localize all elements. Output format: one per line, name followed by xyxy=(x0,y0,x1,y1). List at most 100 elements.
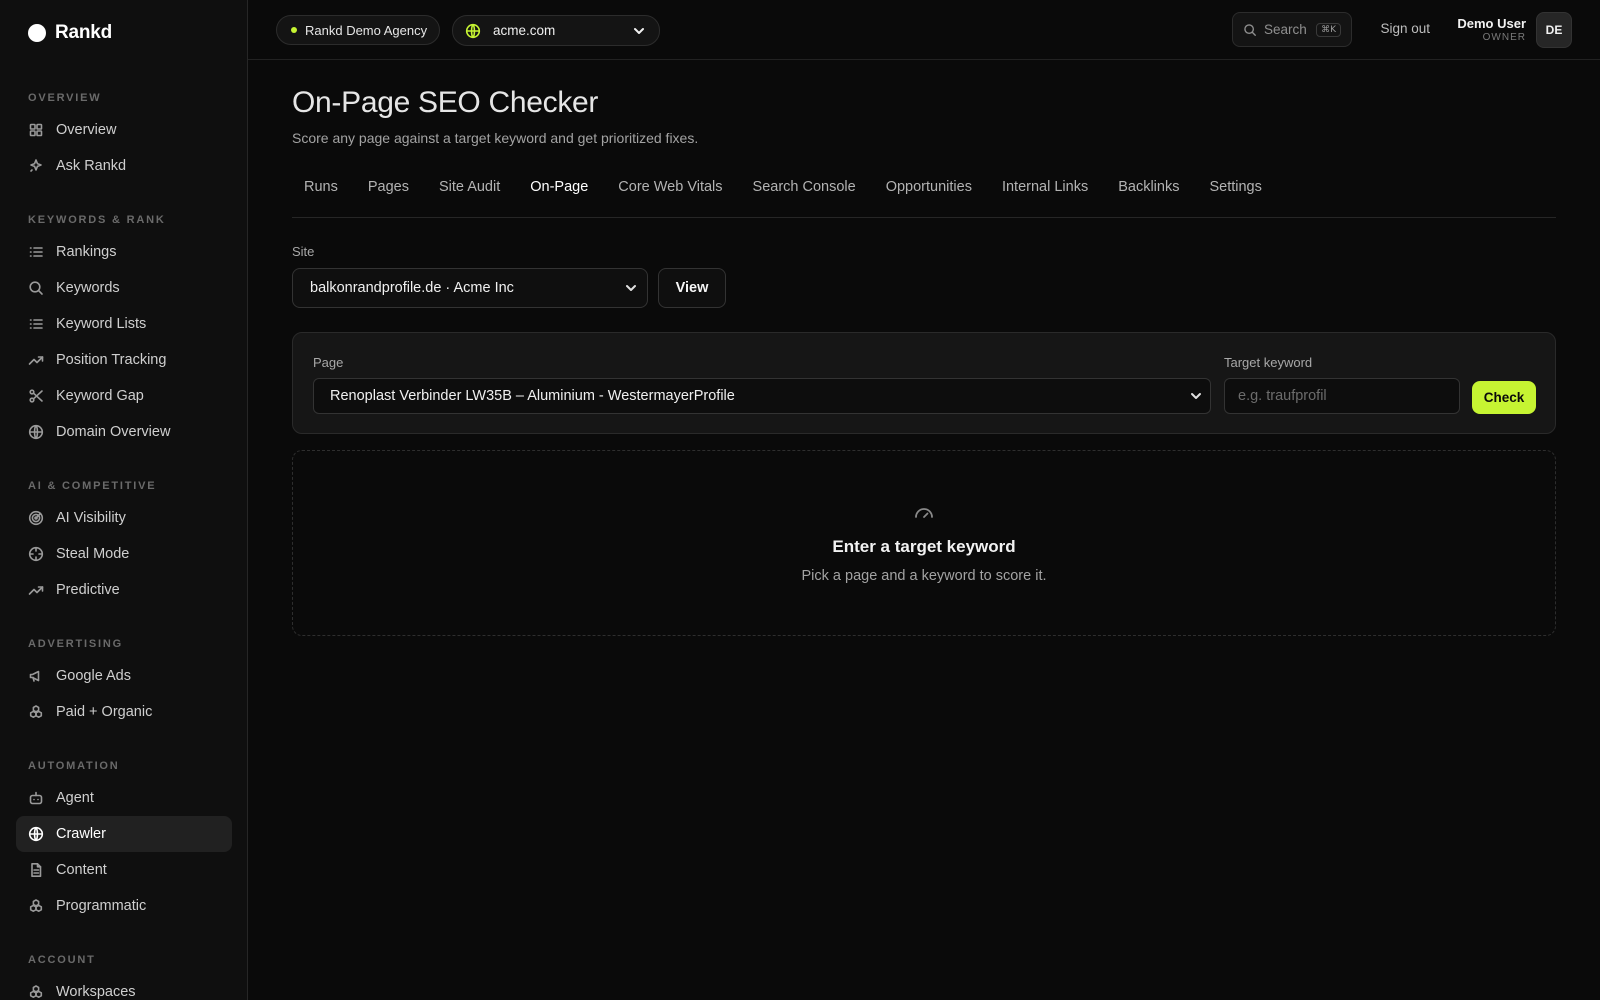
signout-button[interactable]: Sign out xyxy=(1380,21,1430,36)
tab-site-audit[interactable]: Site Audit xyxy=(427,174,512,218)
crosshair-icon xyxy=(28,546,44,562)
tab-opportunities[interactable]: Opportunities xyxy=(874,174,984,218)
empty-state-title: Enter a target keyword xyxy=(832,537,1016,556)
status-dot-icon xyxy=(291,27,297,33)
sidebar-item-keyword-gap[interactable]: Keyword Gap xyxy=(16,378,232,414)
tab-pages[interactable]: Pages xyxy=(356,174,421,218)
chevron-down-icon xyxy=(1191,393,1201,399)
sidebar-item-ask-rankd[interactable]: Ask Rankd xyxy=(16,148,232,184)
view-button[interactable]: View xyxy=(658,268,726,308)
globe-icon xyxy=(28,424,44,440)
sidebar-item-label: Ask Rankd xyxy=(56,158,127,174)
trend-up-icon xyxy=(28,356,44,365)
sidebar-item-label: Keyword Gap xyxy=(56,388,144,404)
sidebar-item-ai-visibility[interactable]: AI Visibility xyxy=(16,500,232,536)
sidebar-item-label: Crawler xyxy=(56,826,106,842)
sidebar-item-label: Predictive xyxy=(56,582,120,598)
user-info: Demo User OWNER xyxy=(1457,16,1526,43)
keyword-input[interactable] xyxy=(1224,378,1460,414)
sidebar-item-label: Keywords xyxy=(56,280,120,296)
sidebar-section-title: ACCOUNT xyxy=(28,954,96,966)
search-shortcut: ⌘K xyxy=(1316,22,1341,37)
sidebar-item-paid-organic[interactable]: Paid + Organic xyxy=(16,694,232,730)
sidebar-section-title: ADVERTISING xyxy=(28,638,123,650)
sidebar-item-keyword-lists[interactable]: Keyword Lists xyxy=(16,306,232,342)
tab-bar: Runs Pages Site Audit On-Page Core Web Vital… xyxy=(292,174,1556,218)
chevron-down-icon xyxy=(626,285,636,291)
topbar: Rankd Demo Agency acme.com Search ⌘K Sig… xyxy=(248,0,1600,60)
sidebar-item-label: Workspaces xyxy=(56,984,136,1000)
sidebar-item-label: Content xyxy=(56,862,107,878)
tab-internal-links[interactable]: Internal Links xyxy=(990,174,1100,218)
boxes-icon xyxy=(29,705,43,718)
domain-value: acme.com xyxy=(493,23,556,38)
sidebar-item-label: Position Tracking xyxy=(56,352,167,368)
search-label: Search xyxy=(1264,22,1307,37)
keyword-field-label: Target keyword xyxy=(1224,355,1313,370)
sparkle-icon xyxy=(30,159,42,172)
sidebar-item-agent[interactable]: Agent xyxy=(16,780,232,816)
brand-logo[interactable]: Rankd xyxy=(28,22,112,44)
document-icon xyxy=(31,863,42,877)
logo-dot-icon xyxy=(28,24,46,42)
site-row: balkonrandprofile.de · Acme Inc View xyxy=(292,268,1556,308)
radar-icon xyxy=(28,510,44,526)
sidebar-item-label: Domain Overview xyxy=(56,424,171,440)
domain-select[interactable]: acme.com xyxy=(452,15,660,46)
check-form: Page Renoplast Verbinder LW35B – Alumini… xyxy=(292,332,1556,434)
sidebar-item-label: Overview xyxy=(56,122,117,138)
sidebar-item-position-tracking[interactable]: Position Tracking xyxy=(16,342,232,378)
sidebar-item-label: Programmatic xyxy=(56,898,147,914)
sidebar-nav: OVERVIEW Overview Ask Rankd KEYWORDS & RANK… xyxy=(16,78,232,1000)
tab-search-console[interactable]: Search Console xyxy=(741,174,868,218)
sidebar-item-overview[interactable]: Overview xyxy=(16,112,232,148)
sidebar-section-title: AUTOMATION xyxy=(28,760,120,772)
sidebar-item-programmatic[interactable]: Programmatic xyxy=(16,888,232,924)
boxes-icon xyxy=(29,899,43,912)
sidebar-item-google-ads[interactable]: Google Ads xyxy=(16,658,232,694)
check-button[interactable]: Check xyxy=(1472,381,1536,414)
trend-up-icon xyxy=(28,586,44,595)
site-select[interactable]: balkonrandprofile.de · Acme Inc xyxy=(292,268,648,308)
sidebar-item-label: Steal Mode xyxy=(56,546,130,562)
avatar[interactable]: DE xyxy=(1536,12,1572,48)
sidebar-item-steal-mode[interactable]: Steal Mode xyxy=(16,536,232,572)
sidebar-item-label: Agent xyxy=(56,790,94,806)
boxes-icon xyxy=(29,985,43,998)
tab-backlinks[interactable]: Backlinks xyxy=(1106,174,1191,218)
sidebar-item-keywords[interactable]: Keywords xyxy=(16,270,232,306)
agency-switcher[interactable]: Rankd Demo Agency xyxy=(276,15,441,45)
brand-name: Rankd xyxy=(55,22,113,43)
sidebar-section-title: AI & COMPETITIVE xyxy=(28,480,157,492)
site-label: Site xyxy=(292,244,315,259)
sidebar-item-content[interactable]: Content xyxy=(16,852,232,888)
tab-core-web-vitals[interactable]: Core Web Vitals xyxy=(606,174,734,218)
sidebar-item-label: Rankings xyxy=(56,244,117,260)
sidebar-item-label: Paid + Organic xyxy=(56,704,153,720)
page-field-label: Page xyxy=(313,355,344,370)
sidebar-item-crawler[interactable]: Crawler xyxy=(16,816,232,852)
agency-name: Rankd Demo Agency xyxy=(305,22,428,38)
page-subtitle: Score any page against a target keyword … xyxy=(292,130,699,146)
tab-on-page[interactable]: On-Page xyxy=(518,174,600,218)
sidebar-section-title: KEYWORDS & RANK xyxy=(28,214,166,226)
page-title: On-Page SEO Checker xyxy=(292,86,599,119)
empty-state-subtitle: Pick a page and a keyword to score it. xyxy=(801,568,1047,584)
tab-settings[interactable]: Settings xyxy=(1197,174,1273,218)
sidebar-item-label: AI Visibility xyxy=(56,510,126,526)
site-select-value: balkonrandprofile.de · Acme Inc xyxy=(310,280,514,296)
search-icon xyxy=(29,281,43,295)
sidebar-item-domain-overview[interactable]: Domain Overview xyxy=(16,414,232,450)
sidebar-item-label: Google Ads xyxy=(56,668,131,684)
gauge-icon xyxy=(912,501,936,525)
sidebar-item-predictive[interactable]: Predictive xyxy=(16,572,232,608)
search-button[interactable]: Search ⌘K xyxy=(1232,12,1352,47)
page-select-value: Renoplast Verbinder LW35B – Aluminium - … xyxy=(330,388,735,404)
sidebar-item-rankings[interactable]: Rankings xyxy=(16,234,232,270)
sidebar-section-title: OVERVIEW xyxy=(28,92,102,104)
megaphone-icon xyxy=(29,670,40,682)
sidebar-item-workspaces[interactable]: Workspaces xyxy=(16,974,232,1000)
user-role: OWNER xyxy=(1482,32,1526,43)
page-select[interactable]: Renoplast Verbinder LW35B – Aluminium - … xyxy=(313,378,1211,414)
tab-runs[interactable]: Runs xyxy=(292,174,350,218)
